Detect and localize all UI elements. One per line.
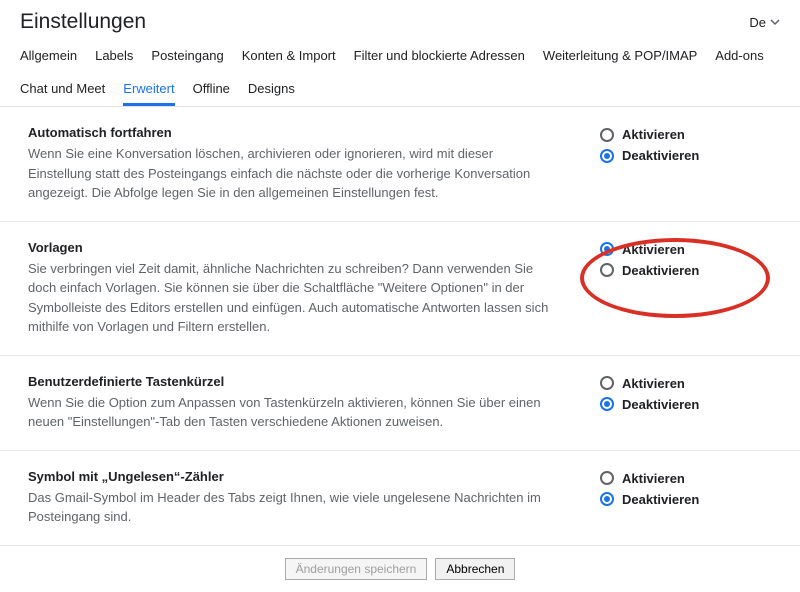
radio-enable[interactable]: Aktivieren: [600, 376, 780, 391]
section-title: Symbol mit „Ungelesen“-Zähler: [28, 469, 560, 484]
section-title: Automatisch fortfahren: [28, 125, 560, 140]
section-left: Benutzerdefinierte Tastenkürzel Wenn Sie …: [28, 374, 600, 432]
section-title: Benutzerdefinierte Tastenkürzel: [28, 374, 560, 389]
content: Automatisch fortfahren Wenn Sie eine Konv…: [0, 107, 800, 546]
section-desc: Sie verbringen viel Zeit damit, ähnliche…: [28, 259, 560, 337]
radio-icon: [600, 149, 614, 163]
tab-add-ons[interactable]: Add-ons: [715, 40, 763, 73]
section-2: Benutzerdefinierte Tastenkürzel Wenn Sie …: [0, 356, 800, 451]
radio-enable[interactable]: Aktivieren: [600, 471, 780, 486]
footer: Änderungen speichern Abbrechen: [0, 546, 800, 592]
radio-icon: [600, 471, 614, 485]
radio-label: Deaktivieren: [622, 148, 699, 163]
radio-disable[interactable]: Deaktivieren: [600, 263, 780, 278]
tab-konten-import[interactable]: Konten & Import: [242, 40, 336, 73]
chevron-down-icon: [770, 15, 780, 30]
section-1: Vorlagen Sie verbringen viel Zeit damit, …: [0, 222, 800, 356]
radio-icon: [600, 376, 614, 390]
section-desc: Wenn Sie die Option zum Anpassen von Tas…: [28, 393, 560, 432]
tab-weiterleitung-pop-imap[interactable]: Weiterleitung & POP/IMAP: [543, 40, 697, 73]
tab-offline[interactable]: Offline: [193, 73, 230, 106]
tab-filter-und-blockierte-adressen[interactable]: Filter und blockierte Adressen: [354, 40, 525, 73]
tab-erweitert[interactable]: Erweitert: [123, 73, 174, 106]
section-3: Symbol mit „Ungelesen“-Zähler Das Gmail-S…: [0, 451, 800, 546]
tab-designs[interactable]: Designs: [248, 73, 295, 106]
section-title: Vorlagen: [28, 240, 560, 255]
radio-disable[interactable]: Deaktivieren: [600, 148, 780, 163]
language-label: De: [749, 15, 766, 30]
cancel-button[interactable]: Abbrechen: [435, 558, 515, 580]
section-desc: Das Gmail-Symbol im Header des Tabs zeig…: [28, 488, 560, 527]
section-left: Automatisch fortfahren Wenn Sie eine Konv…: [28, 125, 600, 203]
section-options: Aktivieren Deaktivieren: [600, 374, 780, 432]
section-options: Aktivieren Deaktivieren: [600, 125, 780, 203]
language-selector[interactable]: De: [749, 15, 780, 30]
radio-icon: [600, 242, 614, 256]
tabs: Allgemein Labels Posteingang Konten & Impor…: [0, 40, 800, 107]
tab-row-1: Allgemein Labels Posteingang Konten & Impor…: [20, 40, 780, 73]
radio-icon: [600, 128, 614, 142]
radio-icon: [600, 263, 614, 277]
radio-label: Deaktivieren: [622, 397, 699, 412]
radio-disable[interactable]: Deaktivieren: [600, 397, 780, 412]
section-left: Symbol mit „Ungelesen“-Zähler Das Gmail-S…: [28, 469, 600, 527]
radio-enable[interactable]: Aktivieren: [600, 127, 780, 142]
radio-label: Aktivieren: [622, 127, 685, 142]
save-button[interactable]: Änderungen speichern: [285, 558, 428, 580]
section-desc: Wenn Sie eine Konversation löschen, arch…: [28, 144, 560, 203]
page-title: Einstellungen: [20, 10, 146, 34]
tab-row-2: Chat und Meet Erweitert Offline Designs: [20, 73, 780, 106]
radio-label: Aktivieren: [622, 242, 685, 257]
tab-chat-und-meet[interactable]: Chat und Meet: [20, 73, 105, 106]
radio-icon: [600, 397, 614, 411]
tab-labels[interactable]: Labels: [95, 40, 133, 73]
section-0: Automatisch fortfahren Wenn Sie eine Konv…: [0, 107, 800, 222]
section-options: Aktivieren Deaktivieren: [600, 469, 780, 527]
tab-posteingang[interactable]: Posteingang: [151, 40, 223, 73]
section-options: Aktivieren Deaktivieren: [600, 240, 780, 337]
radio-icon: [600, 492, 614, 506]
section-left: Vorlagen Sie verbringen viel Zeit damit, …: [28, 240, 600, 337]
header: Einstellungen De: [0, 0, 800, 40]
radio-disable[interactable]: Deaktivieren: [600, 492, 780, 507]
radio-label: Aktivieren: [622, 376, 685, 391]
tab-allgemein[interactable]: Allgemein: [20, 40, 77, 73]
radio-label: Deaktivieren: [622, 263, 699, 278]
radio-enable[interactable]: Aktivieren: [600, 242, 780, 257]
radio-label: Deaktivieren: [622, 492, 699, 507]
radio-label: Aktivieren: [622, 471, 685, 486]
